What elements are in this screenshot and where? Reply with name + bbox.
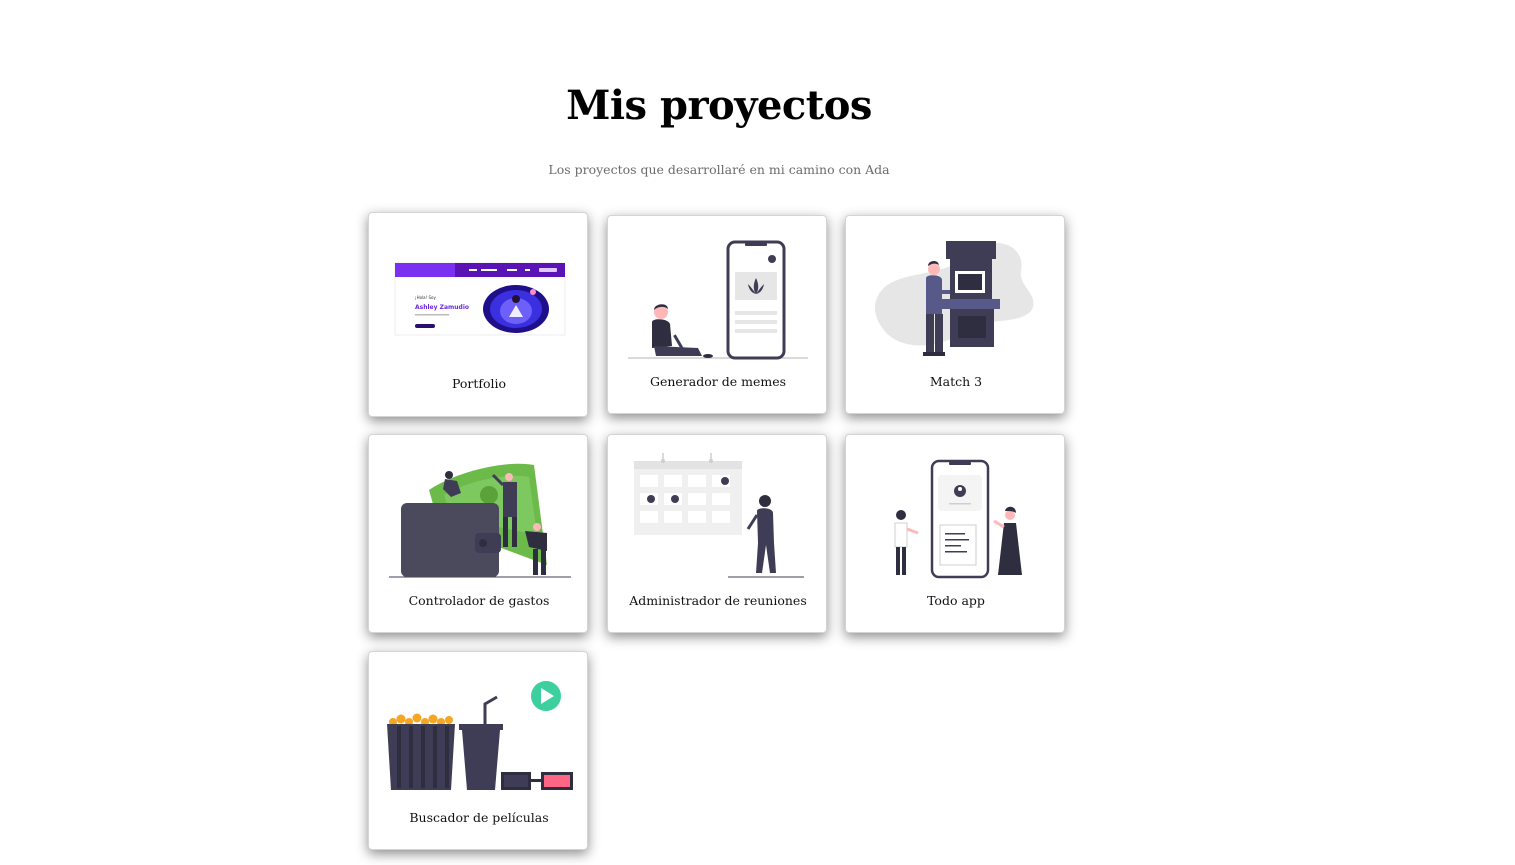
wallet-with-cash-icon bbox=[389, 463, 571, 578]
person-with-phone-icon bbox=[628, 240, 808, 360]
page-subtitle: Los proyectos que desarrollaré en mi cam… bbox=[548, 162, 890, 177]
project-label: Match 3 bbox=[929, 374, 983, 389]
project-label: Portfolio bbox=[451, 376, 507, 391]
arcade-machine-icon bbox=[874, 241, 1034, 356]
project-label: Generador de memes bbox=[649, 374, 787, 389]
project-card-controlador-de-gastos[interactable]: Controlador de gastos bbox=[368, 434, 588, 633]
project-label: Todo app bbox=[927, 593, 985, 608]
project-label: Buscador de películas bbox=[409, 810, 549, 825]
project-card-portfolio[interactable]: ¡Hola! Soy Ashley Zamudio Portfolio bbox=[368, 212, 588, 417]
phone-with-people-icon bbox=[894, 459, 1022, 579]
portfolio-hello-text: ¡Hola! Soy bbox=[415, 295, 436, 300]
project-card-todo-app[interactable]: Todo app bbox=[845, 434, 1065, 633]
project-card-buscador-de-peliculas[interactable]: Buscador de películas bbox=[368, 651, 588, 850]
project-label: Administrador de reuniones bbox=[629, 593, 807, 608]
portfolio-screenshot-icon: ¡Hola! Soy Ashley Zamudio bbox=[394, 262, 566, 336]
calendar-with-person-icon bbox=[634, 453, 804, 578]
project-card-match-3[interactable]: Match 3 bbox=[845, 215, 1065, 414]
project-card-generador-de-memes[interactable]: Generador de memes bbox=[607, 215, 827, 414]
page-title: Mis proyectos bbox=[566, 82, 872, 129]
project-card-administrador-de-reuniones[interactable]: Administrador de reuniones bbox=[607, 434, 827, 633]
popcorn-drink-glasses-icon bbox=[387, 681, 573, 790]
portfolio-name-text: Ashley Zamudio bbox=[415, 304, 469, 311]
project-label: Controlador de gastos bbox=[408, 593, 550, 608]
